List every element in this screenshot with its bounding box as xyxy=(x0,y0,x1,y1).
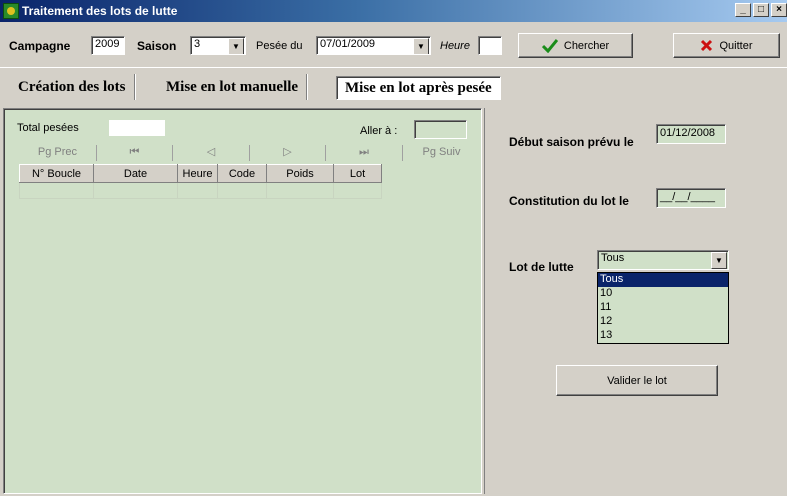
debut-saison-field[interactable]: 01/12/2008 xyxy=(656,124,726,144)
column-header[interactable]: Lot xyxy=(333,164,382,183)
pesee-label: Pesée du xyxy=(256,40,303,52)
tab-bar: Création des lots Mise en lot manuelle M… xyxy=(0,67,787,101)
first-record-icon[interactable]: ⏮ xyxy=(97,145,173,161)
column-header[interactable]: Code xyxy=(217,164,267,183)
list-item[interactable]: 10 xyxy=(598,287,728,301)
total-pesees-field xyxy=(109,120,165,136)
lot-lutte-value: Tous xyxy=(601,252,625,264)
heure-label: Heure xyxy=(440,40,470,52)
table-row[interactable] xyxy=(19,182,382,199)
table-cell[interactable] xyxy=(177,182,218,199)
table-cell[interactable] xyxy=(19,182,94,199)
valider-lot-button[interactable]: Valider le lot xyxy=(556,365,718,396)
pesee-date-select[interactable]: 07/01/2009 ▼ xyxy=(316,36,431,55)
column-header[interactable]: N° Boucle xyxy=(19,164,94,183)
saison-select[interactable]: 3 ▼ xyxy=(190,36,246,55)
prev-page-button[interactable]: Pg Prec xyxy=(19,145,97,161)
list-item[interactable]: 12 xyxy=(598,315,728,329)
next-record-icon[interactable]: ▷ xyxy=(250,145,326,161)
valider-lot-label: Valider le lot xyxy=(607,374,667,387)
saison-label: Saison xyxy=(137,39,177,53)
list-item[interactable]: 13 xyxy=(598,329,728,343)
title-bar: Traitement des lots de lutte _ □ × xyxy=(0,0,787,22)
aller-a-field[interactable] xyxy=(414,120,467,139)
constitution-label: Constitution du lot le xyxy=(509,194,629,208)
table-cell[interactable] xyxy=(333,182,382,199)
list-item[interactable]: 11 xyxy=(598,301,728,315)
table-cell[interactable] xyxy=(217,182,267,199)
pesees-table: N° Boucle Date Heure Code Poids Lot xyxy=(19,164,382,199)
chevron-down-icon[interactable]: ▼ xyxy=(228,38,244,54)
chevron-down-icon[interactable]: ▼ xyxy=(711,252,727,269)
debut-saison-label: Début saison prévu le xyxy=(509,135,634,149)
column-header[interactable]: Date xyxy=(93,164,178,183)
table-cell[interactable] xyxy=(266,182,334,199)
lot-lutte-select[interactable]: Tous ▼ xyxy=(597,250,729,270)
lot-panel: Début saison prévu le 01/12/2008 Constit… xyxy=(484,108,787,494)
pesees-panel: Total pesées Aller à : Pg Prec ⏮ ◁ ▷ ⏭ P… xyxy=(3,108,482,494)
campagne-label: Campagne xyxy=(9,39,71,53)
quitter-label: Quitter xyxy=(719,39,753,52)
constitution-date-field[interactable]: __/__/____ xyxy=(656,188,726,208)
next-page-button[interactable]: Pg Suiv xyxy=(403,145,480,161)
lot-lutte-label: Lot de lutte xyxy=(509,260,574,274)
saison-value: 3 xyxy=(194,38,201,50)
maximize-button[interactable]: □ xyxy=(753,3,769,17)
window-controls: _ □ × xyxy=(735,3,787,17)
pesee-date-value: 07/01/2009 xyxy=(320,38,376,50)
campagne-field[interactable]: 2009 xyxy=(91,36,125,55)
chercher-label: Chercher xyxy=(563,39,610,52)
total-pesees-label: Total pesées xyxy=(17,122,79,134)
column-header[interactable]: Heure xyxy=(177,164,218,183)
chevron-down-icon[interactable]: ▼ xyxy=(413,38,429,54)
list-item[interactable]: Tous xyxy=(598,273,728,287)
table-cell[interactable] xyxy=(93,182,178,199)
close-button[interactable]: × xyxy=(771,3,787,17)
checkmark-icon xyxy=(541,38,558,53)
tab-mise-en-lot-manuelle[interactable]: Mise en lot manuelle xyxy=(158,74,308,100)
toolbar: Campagne 2009 Saison 3 ▼ Pesée du 07/01/… xyxy=(0,22,787,67)
lot-lutte-dropdown-list: Tous 10 11 12 13 xyxy=(597,272,729,344)
chercher-button[interactable]: Chercher xyxy=(518,33,633,58)
aller-a-label: Aller à : xyxy=(360,125,398,137)
window-title: Traitement des lots de lutte xyxy=(22,4,178,18)
cross-icon xyxy=(701,39,713,52)
quitter-button[interactable]: Quitter xyxy=(673,33,780,58)
tab-creation-lots[interactable]: Création des lots xyxy=(10,74,135,100)
column-header[interactable]: Poids xyxy=(266,164,334,183)
last-record-icon[interactable]: ⏭ xyxy=(326,145,403,161)
heure-field[interactable] xyxy=(478,36,502,55)
minimize-button[interactable]: _ xyxy=(735,3,751,17)
prev-record-icon[interactable]: ◁ xyxy=(173,145,250,161)
tab-mise-en-lot-apres-pesee[interactable]: Mise en lot après pesée xyxy=(336,76,501,100)
app-icon xyxy=(3,3,19,19)
table-header-row: N° Boucle Date Heure Code Poids Lot xyxy=(19,164,382,183)
